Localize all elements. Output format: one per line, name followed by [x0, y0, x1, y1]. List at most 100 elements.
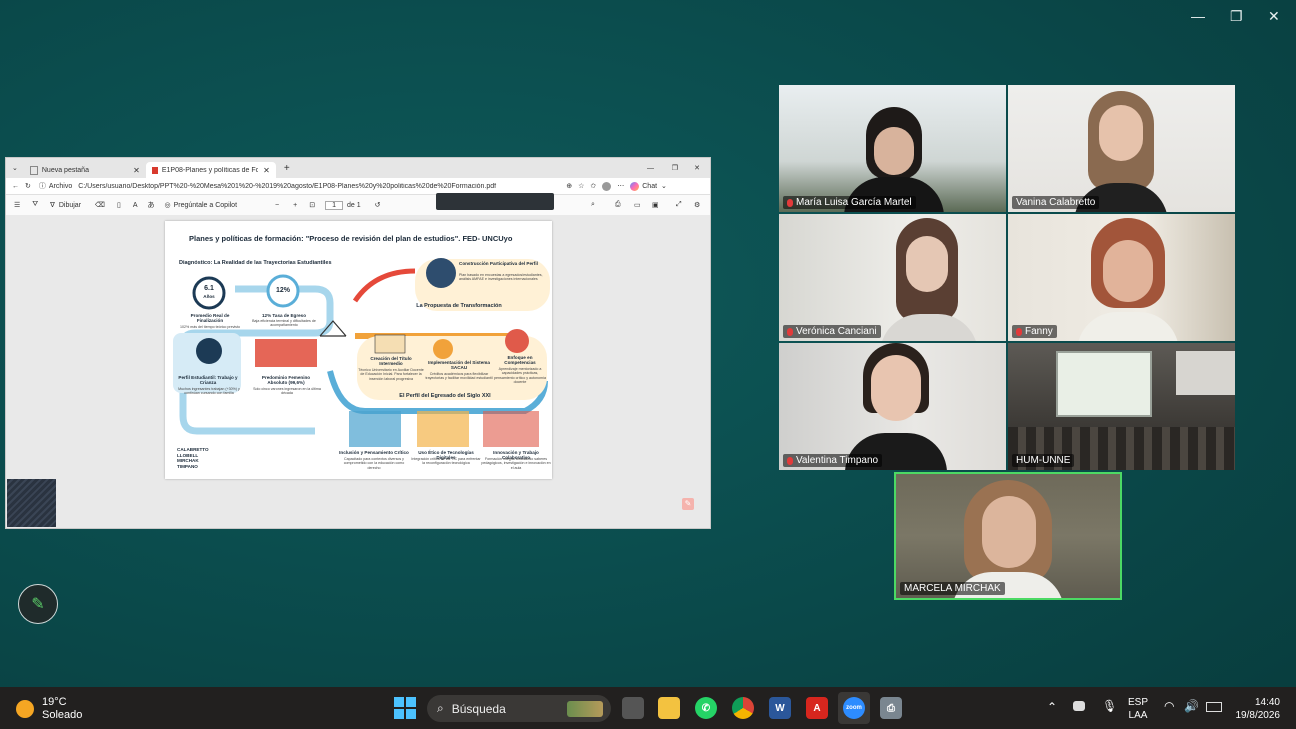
video-tile-maria[interactable]: María Luisa García Martel	[779, 85, 1006, 212]
presenter-thumbnail	[7, 479, 56, 527]
read-aloud-icon[interactable]: A	[133, 202, 138, 209]
participant-name: Vanina Calabretto	[1016, 197, 1096, 208]
volume-icon[interactable]: 🔊	[1184, 699, 1199, 713]
address-prefix: Archivo	[48, 182, 73, 190]
close-tab-icon[interactable]: ✕	[133, 166, 140, 175]
whatsapp-icon[interactable]: ✆	[695, 697, 717, 719]
clock-date: 19/8/2026	[1235, 710, 1281, 721]
proposal-heading: La Propuesta de Transformación	[416, 303, 502, 309]
wifi-icon[interactable]: ◠	[1164, 699, 1174, 713]
tab-bar: ⌄ Nueva pestaña ✕ E1P08-Planes y polític…	[6, 158, 710, 178]
restore-button[interactable]: ❐	[1230, 8, 1243, 25]
search-box[interactable]: ⌕ Búsqueda	[427, 695, 611, 722]
zoom-in-button[interactable]: +	[293, 202, 297, 209]
window-restore-icon[interactable]: ❐	[672, 164, 678, 172]
university-logo	[1176, 351, 1235, 395]
save-icon[interactable]: ▭	[634, 201, 641, 209]
task-view-icon[interactable]	[622, 697, 644, 719]
microphone-icon[interactable]: 🎙	[1102, 699, 1117, 713]
video-tile-marcela-speaking[interactable]: MARCELA MIRCHAK	[894, 472, 1122, 600]
zoom-out-button[interactable]: −	[275, 202, 279, 209]
lang-bottom: LAA	[1128, 710, 1148, 721]
acrobat-icon[interactable]: ✎	[682, 498, 694, 510]
file-explorer-icon[interactable]	[658, 697, 680, 719]
zoom-icon[interactable]: zoom	[843, 697, 865, 719]
pdf-icon	[151, 166, 158, 174]
participant-video	[874, 218, 984, 341]
draw-icon[interactable]: ∇	[50, 201, 55, 209]
participant-name: Valentina Timpano	[796, 455, 879, 466]
zoom-icon[interactable]: ⊕	[566, 182, 572, 190]
item-sub: Integración crítica de las TIC para enfr…	[411, 457, 481, 466]
authors-list: CALABRETTO LLOBELL MIRCHAK TIMPANO	[177, 447, 209, 469]
video-tile-valentina[interactable]: Valentina Timpano	[779, 343, 1006, 470]
reload-icon[interactable]: ↻	[25, 182, 31, 190]
start-button[interactable]	[394, 697, 416, 719]
close-tab-icon[interactable]: ✕	[263, 166, 270, 175]
chat-chevron-icon[interactable]: ⌄	[661, 182, 667, 190]
toolbar-overlay	[436, 193, 554, 210]
close-button[interactable]: ✕	[1268, 8, 1280, 25]
print-icon[interactable]: ⎙	[615, 201, 621, 209]
participant-name-tag: MARCELA MIRCHAK	[900, 582, 1005, 595]
erase-icon[interactable]: ⌫	[95, 201, 105, 209]
video-tile-veronica[interactable]: Verónica Canciani	[779, 214, 1006, 341]
author: TIMPANO	[177, 463, 198, 469]
participant-video	[841, 343, 951, 470]
profile-avatar[interactable]	[602, 181, 612, 191]
more-icon[interactable]: ⋯	[617, 182, 624, 190]
copilot-small-icon[interactable]: ◎	[164, 201, 170, 209]
chrome-icon[interactable]	[732, 697, 754, 719]
tab-actions-icon[interactable]: ⌄	[12, 164, 18, 172]
draw-button[interactable]: Dibujar	[59, 202, 81, 209]
mic-muted-icon	[787, 198, 793, 207]
chat-button[interactable]: Chat	[642, 183, 657, 190]
translate-icon[interactable]: あ	[147, 200, 154, 210]
tab-new-tab[interactable]: Nueva pestaña ✕	[24, 162, 146, 178]
minimize-button[interactable]: —	[1191, 8, 1205, 24]
video-tile-fanny[interactable]: Fanny	[1008, 214, 1235, 341]
settings-gear-icon[interactable]: ⚙	[694, 201, 700, 209]
show-hidden-icons[interactable]: ⌃	[1047, 700, 1057, 714]
page-icon	[29, 165, 38, 175]
printer-icon[interactable]: ⎙	[880, 697, 902, 719]
fullscreen-icon[interactable]: ⤢	[676, 201, 682, 209]
favorite-icon[interactable]: ☆	[578, 182, 584, 190]
video-tile-hum-unne[interactable]: HUM-UNNE	[1008, 343, 1235, 470]
url-field[interactable]: C:/Users/usuario/Desktop/PPT%20-%20Mesa%…	[78, 183, 498, 190]
years-value: 6.1	[204, 285, 214, 292]
page-view-icon[interactable]: ▯	[117, 201, 121, 209]
page-number-input[interactable]: 1	[325, 200, 343, 210]
copilot-icon[interactable]	[630, 181, 640, 191]
new-tab-button[interactable]: +	[284, 163, 290, 174]
language-indicator[interactable]: ESP LAA	[1128, 696, 1148, 722]
search-icon[interactable]: ⌕	[591, 201, 595, 209]
item-title: Enfoque en Competencias	[504, 355, 536, 366]
security-icon[interactable]	[1073, 701, 1085, 711]
highlight-icon[interactable]: ⛛	[32, 201, 38, 209]
window-close-icon[interactable]: ✕	[694, 164, 700, 172]
participant-name-tag: Vanina Calabretto	[1012, 196, 1100, 209]
annotate-pencil-button[interactable]: ✎	[18, 584, 58, 624]
weather-widget[interactable]: 19°C Soleado	[16, 696, 82, 722]
mic-muted-icon	[787, 327, 793, 336]
acrobat-icon[interactable]: A	[806, 697, 828, 719]
window-min-icon[interactable]: —	[647, 165, 654, 172]
word-icon[interactable]: W	[769, 697, 791, 719]
back-icon[interactable]: ←	[12, 183, 19, 190]
contents-icon[interactable]: ☰	[14, 201, 20, 209]
page-total: de 1	[347, 201, 361, 209]
copilot-prompt-button[interactable]: Pregúntale a Copilot	[174, 202, 237, 209]
participant-name: María Luisa García Martel	[796, 197, 912, 208]
search-highlight-icon	[567, 700, 603, 717]
item-sub: Muchos ingresantes trabajan (+30%) y con…	[178, 387, 240, 396]
video-tile-vanina[interactable]: Vanina Calabretto	[1008, 85, 1235, 212]
favorites-bar-icon[interactable]: ✩	[590, 182, 596, 190]
item-sub: Aprendizaje mentorizado a capacidades pr…	[494, 367, 546, 384]
battery-icon[interactable]	[1206, 702, 1222, 712]
clock[interactable]: 14:40 19/8/2026	[1232, 696, 1281, 722]
save-as-icon[interactable]: ▣	[652, 201, 659, 209]
rotate-icon[interactable]: ↺	[375, 201, 381, 209]
tab-pdf[interactable]: E1P08-Planes y políticas de Forma ✕	[145, 162, 276, 178]
fit-page-icon[interactable]: ⊡	[309, 201, 315, 209]
